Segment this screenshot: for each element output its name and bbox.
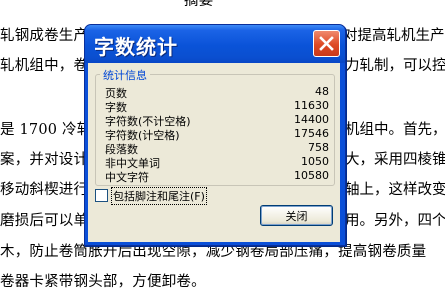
stat-value: 48	[315, 85, 329, 98]
stat-row-chars-with-spaces: 字符数(计空格) 17546	[105, 127, 329, 142]
dialog-title: 字数统计	[94, 35, 178, 59]
document-line-2-tail: 力轧制，可以控	[345, 58, 445, 74]
statistics-group-label: 统计信息	[100, 67, 150, 83]
document-line-2: 轧机组中，卷	[0, 58, 89, 74]
document-line-3-tail: 机组中。首先，	[345, 122, 445, 138]
stat-row-non-chinese-words: 非中文单词 1050	[105, 155, 329, 170]
stat-row-chinese-chars: 中文字符 10580	[105, 169, 329, 184]
include-footnotes-checkbox[interactable]	[95, 189, 108, 202]
stat-label: 中文字符	[105, 171, 149, 184]
stat-row-paragraphs: 段落数 758	[105, 141, 329, 156]
include-footnotes-label[interactable]: 包括脚注和尾注(F)	[111, 187, 207, 205]
dialog-body: 统计信息 页数 48 字数 11630 字符数(不计空格) 14400 字符数(…	[88, 63, 340, 242]
close-icon	[319, 36, 334, 51]
document-line-5: 移动斜楔进行	[0, 182, 89, 198]
stat-row-chars-no-spaces: 字符数(不计空格) 14400	[105, 113, 329, 128]
document-line-1-tail: 对提高轧机生产	[343, 28, 445, 44]
document-line-6: 磨损后可以单	[0, 213, 89, 229]
close-button[interactable]: 关闭	[260, 205, 333, 226]
word-count-dialog: 字数统计 统计信息 页数 48 字数 11630 字符数(不计空格) 14400…	[84, 24, 346, 246]
stat-row-words: 字数 11630	[105, 99, 329, 114]
document-line-4-tail: 大，采用四棱锥	[345, 152, 445, 168]
document-line-6-tail: 用。另外，四个	[345, 213, 445, 229]
stat-value: 11630	[294, 99, 329, 112]
dialog-titlebar[interactable]: 字数统计	[85, 25, 345, 63]
stat-row-pages: 页数 48	[105, 85, 329, 100]
stat-value: 758	[308, 141, 329, 154]
stat-value: 17546	[294, 127, 329, 140]
document-line-3: 是 1700 冷轧	[0, 122, 92, 138]
title-close-button[interactable]	[313, 30, 340, 57]
statistics-group: 统计信息 页数 48 字数 11630 字符数(不计空格) 14400 字符数(…	[95, 67, 335, 186]
stat-value: 14400	[294, 113, 329, 126]
include-footnotes-option[interactable]: 包括脚注和尾注(F)	[95, 187, 295, 205]
stat-value: 10580	[294, 169, 329, 182]
document-line-5-tail: 轴上，这样改变	[345, 182, 445, 198]
document-line-4: 案，并对设计	[0, 152, 89, 168]
stat-value: 1050	[301, 155, 329, 168]
document-line-1: 轧钢成卷生产	[0, 28, 89, 44]
document-heading: 摘要	[184, 0, 214, 9]
